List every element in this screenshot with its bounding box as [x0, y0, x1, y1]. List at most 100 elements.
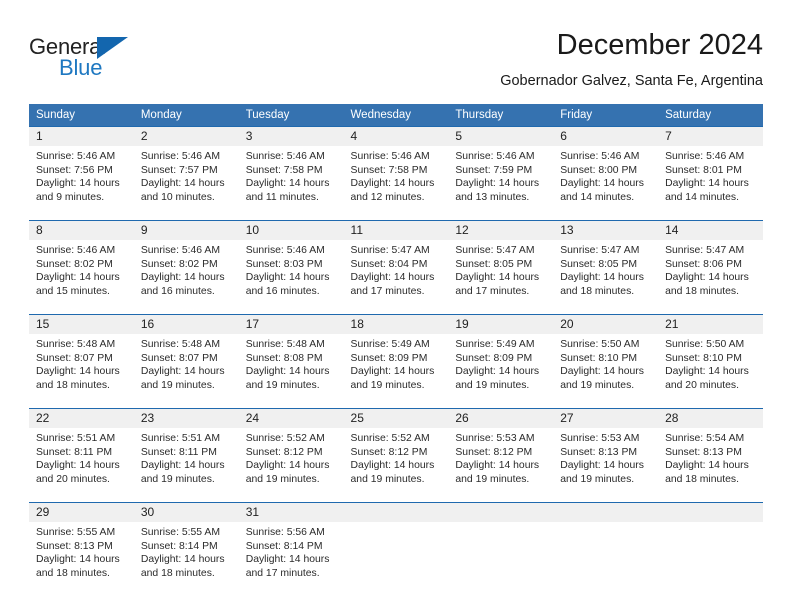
- day-number: 5: [448, 127, 554, 146]
- sunset-text: Sunset: 8:14 PM: [140, 540, 218, 552]
- sunset-text: Sunset: 7:57 PM: [140, 164, 218, 176]
- daylight-text-line1: Daylight: 14 hours: [350, 272, 435, 284]
- calendar-cell: 3 Sunrise: 5:46 AM Sunset: 7:58 PM Daylight…: [238, 126, 344, 215]
- day-details: Sunrise: 5:52 AM Sunset: 8:12 PM Daylight:…: [239, 428, 344, 486]
- calendar-day-cell[interactable]: 19 Sunrise: 5:49 AM Sunset: 8:09 PM Dayligh…: [448, 314, 554, 403]
- daylight-text-line1: Daylight: 14 hours: [455, 460, 540, 472]
- sunrise-text: Sunrise: 5:46 AM: [245, 151, 325, 162]
- calendar-day-cell[interactable]: 25 Sunrise: 5:52 AM Sunset: 8:12 PM Dayligh…: [343, 408, 449, 497]
- calendar-day-cell[interactable]: 7 Sunrise: 5:46 AM Sunset: 8:01 PM Daylight…: [658, 126, 763, 215]
- sunset-text: Sunset: 8:07 PM: [36, 352, 113, 364]
- day-details: Sunrise: 5:49 AM Sunset: 8:09 PM Daylight:…: [344, 334, 449, 392]
- calendar-day-cell[interactable]: 22 Sunrise: 5:51 AM Sunset: 8:11 PM Dayligh…: [29, 408, 134, 497]
- sunrise-text: Sunrise: 5:46 AM: [140, 151, 220, 162]
- calendar-day-cell[interactable]: 3 Sunrise: 5:46 AM Sunset: 7:58 PM Daylight…: [238, 126, 344, 215]
- calendar-day-cell[interactable]: 27 Sunrise: 5:53 AM Sunset: 8:13 PM Dayligh…: [553, 408, 659, 497]
- calendar-day-cell[interactable]: 5 Sunrise: 5:46 AM Sunset: 7:59 PM Daylight…: [448, 126, 554, 215]
- day-number: 23: [133, 409, 239, 428]
- sunrise-text: Sunrise: 5:48 AM: [36, 339, 116, 350]
- daylight-text-line1: Daylight: 14 hours: [245, 460, 330, 472]
- calendar-day-cell[interactable]: 9 Sunrise: 5:46 AM Sunset: 8:02 PM Daylight…: [133, 220, 239, 309]
- calendar-cell: 5 Sunrise: 5:46 AM Sunset: 7:59 PM Daylight…: [448, 126, 554, 215]
- calendar-day-cell[interactable]: 6 Sunrise: 5:46 AM Sunset: 8:00 PM Daylight…: [553, 126, 659, 215]
- calendar-day-cell[interactable]: 20 Sunrise: 5:50 AM Sunset: 8:10 PM Dayligh…: [553, 314, 659, 403]
- calendar-cell: 12 Sunrise: 5:47 AM Sunset: 8:05 PM Dayligh…: [448, 220, 554, 309]
- calendar-day-cell[interactable]: 13 Sunrise: 5:47 AM Sunset: 8:05 PM Dayligh…: [553, 220, 659, 309]
- sunset-text: Sunset: 8:12 PM: [350, 446, 428, 458]
- column-header-thursday: Thursday: [448, 104, 554, 126]
- day-details: Sunrise: 5:55 AM Sunset: 8:14 PM Daylight:…: [134, 522, 239, 580]
- day-details: Sunrise: 5:47 AM Sunset: 8:04 PM Daylight:…: [344, 240, 449, 298]
- daylight-text-line1: Daylight: 14 hours: [665, 178, 749, 190]
- sunrise-text: Sunrise: 5:48 AM: [245, 339, 325, 350]
- sunrise-text: Sunrise: 5:46 AM: [455, 151, 535, 162]
- sunset-text: Sunset: 8:10 PM: [665, 352, 742, 364]
- calendar-day-cell[interactable]: 4 Sunrise: 5:46 AM Sunset: 7:58 PM Daylight…: [343, 126, 449, 215]
- day-number: 22: [29, 409, 134, 428]
- day-number: 14: [658, 221, 763, 240]
- calendar-day-cell[interactable]: 11 Sunrise: 5:47 AM Sunset: 8:04 PM Dayligh…: [343, 220, 449, 309]
- calendar-day-cell[interactable]: 12 Sunrise: 5:47 AM Sunset: 8:05 PM Dayligh…: [448, 220, 554, 309]
- sunset-text: Sunset: 8:11 PM: [140, 446, 217, 458]
- day-details: Sunrise: 5:52 AM Sunset: 8:12 PM Daylight:…: [344, 428, 449, 486]
- calendar-day-cell[interactable]: 30 Sunrise: 5:55 AM Sunset: 8:14 PM Dayligh…: [133, 502, 239, 591]
- calendar-cell: 20 Sunrise: 5:50 AM Sunset: 8:10 PM Dayligh…: [553, 314, 659, 403]
- calendar-day-cell[interactable]: 17 Sunrise: 5:48 AM Sunset: 8:08 PM Dayligh…: [238, 314, 344, 403]
- sunrise-text: Sunrise: 5:47 AM: [560, 245, 640, 256]
- sunrise-text: Sunrise: 5:46 AM: [560, 151, 640, 162]
- calendar-day-cell[interactable]: 28 Sunrise: 5:54 AM Sunset: 8:13 PM Dayligh…: [658, 408, 763, 497]
- day-details: Sunrise: 5:54 AM Sunset: 8:13 PM Daylight:…: [658, 428, 763, 486]
- calendar-day-cell[interactable]: 2 Sunrise: 5:46 AM Sunset: 7:57 PM Daylight…: [133, 126, 239, 215]
- calendar-day-cell[interactable]: 23 Sunrise: 5:51 AM Sunset: 8:11 PM Dayligh…: [133, 408, 239, 497]
- calendar-day-cell[interactable]: 29 Sunrise: 5:55 AM Sunset: 8:13 PM Dayligh…: [29, 502, 134, 591]
- sunrise-text: Sunrise: 5:46 AM: [140, 245, 220, 256]
- calendar-cell: [448, 502, 554, 591]
- daylight-text-line2: and 10 minutes.: [140, 191, 215, 203]
- calendar-day-cell[interactable]: 18 Sunrise: 5:49 AM Sunset: 8:09 PM Dayligh…: [343, 314, 449, 403]
- calendar-cell: [553, 502, 659, 591]
- daylight-text-line1: Daylight: 14 hours: [560, 366, 644, 378]
- sunrise-text: Sunrise: 5:46 AM: [245, 245, 325, 256]
- calendar-day-cell[interactable]: 15 Sunrise: 5:48 AM Sunset: 8:07 PM Dayligh…: [29, 314, 134, 403]
- calendar-day-cell[interactable]: 1 Sunrise: 5:46 AM Sunset: 7:56 PM Daylight…: [29, 126, 134, 215]
- sunset-text: Sunset: 8:12 PM: [455, 446, 533, 458]
- calendar-cell: 28 Sunrise: 5:54 AM Sunset: 8:13 PM Dayligh…: [658, 408, 763, 497]
- daylight-text-line2: and 19 minutes.: [245, 473, 320, 485]
- day-number: 30: [133, 503, 239, 522]
- sunset-text: Sunset: 8:00 PM: [560, 164, 638, 176]
- day-details: Sunrise: 5:50 AM Sunset: 8:10 PM Daylight:…: [658, 334, 763, 392]
- daylight-text-line1: Daylight: 14 hours: [140, 272, 225, 284]
- calendar-day-cell[interactable]: 10 Sunrise: 5:46 AM Sunset: 8:03 PM Dayligh…: [238, 220, 344, 309]
- sunrise-text: Sunrise: 5:49 AM: [350, 339, 430, 350]
- daylight-text-line2: and 19 minutes.: [560, 473, 635, 485]
- calendar-day-cell[interactable]: 8 Sunrise: 5:46 AM Sunset: 8:02 PM Daylight…: [29, 220, 134, 309]
- daylight-text-line1: Daylight: 14 hours: [140, 460, 225, 472]
- sunset-text: Sunset: 8:11 PM: [36, 446, 113, 458]
- calendar-cell: 17 Sunrise: 5:48 AM Sunset: 8:08 PM Dayligh…: [238, 314, 344, 403]
- calendar-day-cell[interactable]: 31 Sunrise: 5:56 AM Sunset: 8:14 PM Dayligh…: [238, 502, 344, 591]
- calendar-week-row: 29 Sunrise: 5:55 AM Sunset: 8:13 PM Dayligh…: [29, 502, 763, 591]
- calendar-day-cell[interactable]: 24 Sunrise: 5:52 AM Sunset: 8:12 PM Dayligh…: [238, 408, 344, 497]
- calendar-cell: 13 Sunrise: 5:47 AM Sunset: 8:05 PM Dayligh…: [553, 220, 659, 309]
- column-header-tuesday: Tuesday: [238, 104, 344, 126]
- daylight-text-line2: and 19 minutes.: [350, 473, 425, 485]
- calendar-day-cell[interactable]: 21 Sunrise: 5:50 AM Sunset: 8:10 PM Dayligh…: [658, 314, 763, 403]
- daylight-text-line2: and 12 minutes.: [350, 191, 425, 203]
- calendar-day-cell[interactable]: 14 Sunrise: 5:47 AM Sunset: 8:06 PM Dayligh…: [658, 220, 763, 309]
- calendar-day-cell[interactable]: 16 Sunrise: 5:48 AM Sunset: 8:07 PM Dayligh…: [133, 314, 239, 403]
- daylight-text-line2: and 18 minutes.: [36, 567, 110, 579]
- calendar-cell: 25 Sunrise: 5:52 AM Sunset: 8:12 PM Dayligh…: [343, 408, 449, 497]
- day-number: [448, 503, 554, 522]
- daylight-text-line1: Daylight: 14 hours: [36, 366, 120, 378]
- daylight-text-line1: Daylight: 14 hours: [560, 178, 644, 190]
- daylight-text-line1: Daylight: 14 hours: [560, 272, 644, 284]
- calendar-page: General Blue December 2024 Gobernador Ga…: [0, 0, 792, 612]
- day-number: 12: [448, 221, 554, 240]
- calendar-day-cell-empty: [448, 502, 554, 591]
- sunset-text: Sunset: 8:14 PM: [245, 540, 323, 552]
- day-number: [658, 503, 763, 522]
- calendar-day-cell[interactable]: 26 Sunrise: 5:53 AM Sunset: 8:12 PM Dayligh…: [448, 408, 554, 497]
- daylight-text-line2: and 18 minutes.: [665, 285, 739, 297]
- calendar-cell: 30 Sunrise: 5:55 AM Sunset: 8:14 PM Dayligh…: [133, 502, 239, 591]
- calendar-cell: 11 Sunrise: 5:47 AM Sunset: 8:04 PM Dayligh…: [343, 220, 449, 309]
